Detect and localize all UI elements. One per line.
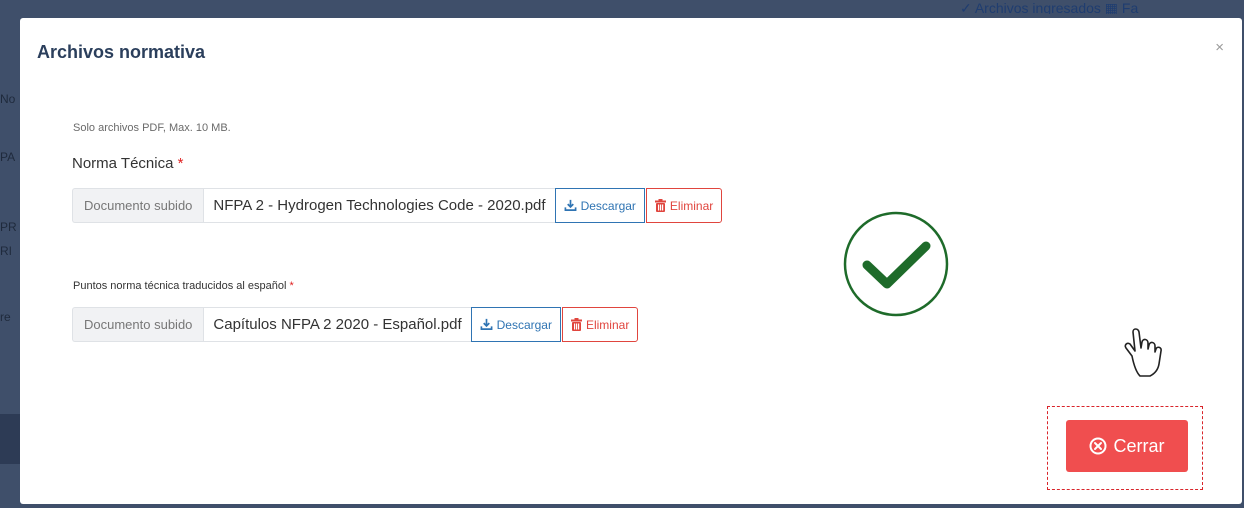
file-group-norma-tecnica: Documento subido NFPA 2 - Hydrogen Techn… — [72, 188, 723, 223]
download-label: Descargar — [496, 317, 552, 332]
field-label-puntos-traducidos: Puntos norma técnica traducidos al españ… — [73, 280, 294, 292]
delete-label: Eliminar — [585, 317, 630, 332]
background-fragment: No — [0, 92, 16, 106]
trash-icon — [654, 199, 666, 212]
hand-pointer-icon — [1118, 326, 1166, 380]
required-mark: * — [289, 280, 294, 292]
download-icon — [564, 199, 577, 212]
close-button-label: Cerrar — [1113, 435, 1165, 456]
modal-close-icon[interactable]: × — [1215, 40, 1224, 55]
background-fragment: RI — [0, 244, 12, 258]
uploaded-filename: NFPA 2 - Hydrogen Technologies Code - 20… — [203, 188, 555, 223]
download-button[interactable]: Descargar — [554, 188, 645, 223]
field-label-text: Puntos norma técnica traducidos al españ… — [73, 280, 287, 292]
delete-label: Eliminar — [669, 198, 714, 213]
download-label: Descargar — [580, 198, 636, 213]
background-fragment: PR — [0, 220, 17, 234]
files-modal: Archivos normativa × Solo archivos PDF, … — [20, 18, 1242, 504]
field-label-text: Norma Técnica — [72, 155, 174, 172]
modal-title: Archivos normativa — [37, 42, 206, 62]
file-group-puntos-traducidos: Documento subido Capítulos NFPA 2 2020 -… — [72, 307, 639, 342]
check-circle-icon — [842, 210, 950, 318]
uploaded-addon: Documento subido — [72, 307, 204, 342]
x-circle-icon — [1089, 437, 1107, 455]
upload-hint: Solo archivos PDF, Max. 10 MB. — [73, 122, 231, 134]
background-topbar: ✓ Archivos ingresados ▦ Fa — [960, 0, 1139, 14]
download-icon — [480, 318, 493, 331]
close-modal-button[interactable]: Cerrar — [1066, 420, 1188, 472]
delete-button[interactable]: Eliminar — [561, 307, 639, 342]
background-strip — [0, 414, 20, 464]
modal-header: Archivos normativa × — [20, 18, 1242, 86]
background-fragment: PA — [0, 150, 16, 164]
uploaded-filename: Capítulos NFPA 2 2020 - Español.pdf — [203, 307, 471, 342]
required-mark: * — [177, 155, 184, 172]
delete-button[interactable]: Eliminar — [645, 188, 723, 223]
download-button[interactable]: Descargar — [470, 307, 561, 342]
uploaded-addon: Documento subido — [72, 188, 204, 223]
background-fragment: re — [0, 310, 11, 324]
trash-icon — [570, 318, 582, 331]
field-label-norma-tecnica: Norma Técnica * — [72, 155, 183, 172]
